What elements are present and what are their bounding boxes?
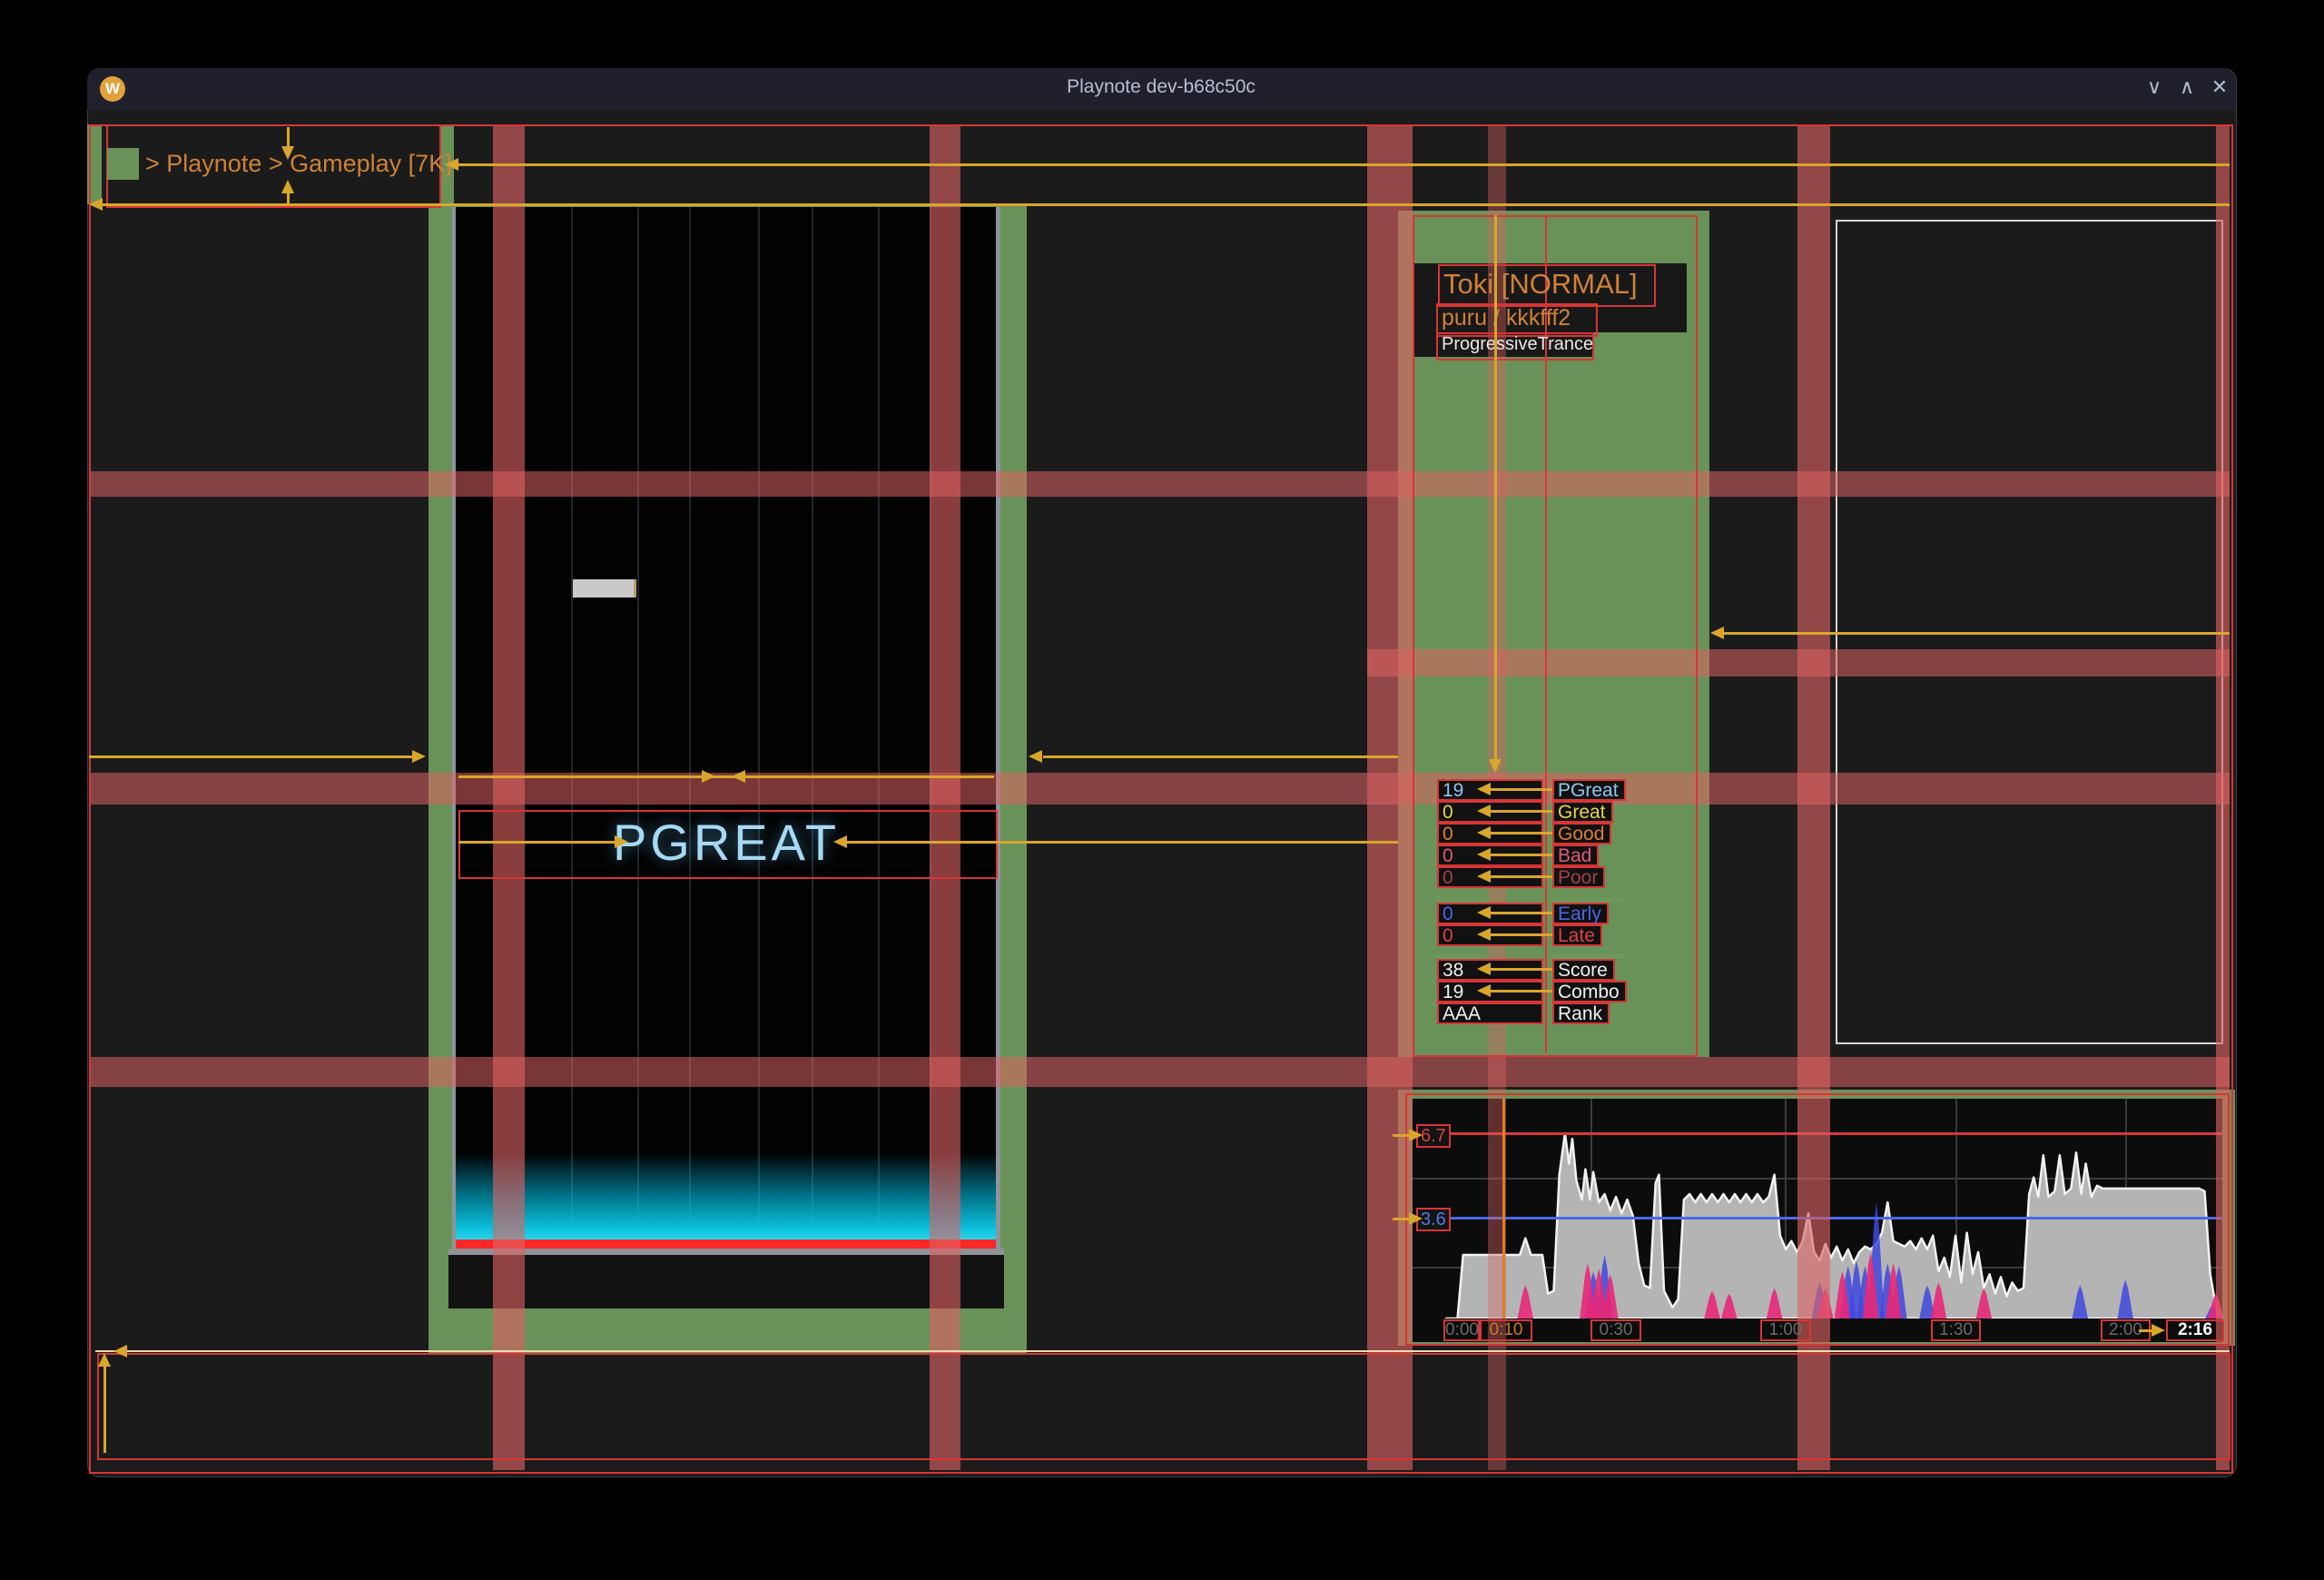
time-label: 0:30 (1590, 1319, 1641, 1341)
arrow-left-icon (1477, 906, 1491, 919)
arrow-left-icon (1477, 963, 1491, 975)
arrow-left-icon (89, 198, 103, 211)
arrow-up-icon (98, 1353, 111, 1367)
constraint-line (1494, 215, 1497, 760)
constraint-line (287, 127, 290, 147)
graph-debug-outline (1405, 1093, 2230, 1346)
arrow-left-icon (445, 158, 458, 171)
arrow-left-icon (1477, 984, 1491, 997)
minimize-button[interactable]: ∨ (2141, 75, 2168, 99)
song-artist: puru / kkkfff2 (1442, 304, 1592, 331)
stat-arrow-line (1489, 832, 1552, 834)
arrow-right-icon (412, 750, 426, 763)
constraint-line (103, 1362, 106, 1453)
arrow-left-icon (1029, 750, 1042, 763)
stat-row-good: 0 Good (1437, 823, 1700, 844)
arrow-right-icon (615, 835, 628, 848)
stat-row-great: 0 Great (1437, 801, 1700, 823)
screen: W Playnote dev-b68c50c ∨ ∧ ✕ > Playnote … (0, 0, 2324, 1580)
stat-label: Rank (1552, 1002, 1610, 1024)
song-title: Toki [NORMAL] (1443, 265, 1648, 302)
stat-row-late: 0 Late (1437, 924, 1700, 946)
constraint-line (847, 841, 1398, 844)
arrow-left-icon (732, 770, 745, 783)
stat-label: Bad (1552, 844, 1599, 866)
maximize-button[interactable]: ∧ (2173, 75, 2201, 99)
arrow-right-icon (2152, 1324, 2165, 1337)
stat-row-pgreat: 19 PGreat (1437, 779, 1700, 801)
arrow-up-icon (281, 180, 294, 193)
time-label: 1:00 (1760, 1319, 1811, 1341)
time-label: 1:30 (1931, 1319, 1981, 1341)
arrow-down-icon (1489, 759, 1502, 773)
footer-debug-outline (97, 1353, 2230, 1460)
song-length-label: 2:16 (2166, 1319, 2224, 1341)
arrow-down-icon (281, 146, 294, 160)
time-label-current: 0:10 (1480, 1319, 1532, 1341)
stat-row-bad: 0 Bad (1437, 844, 1700, 866)
stat-row-score: 38 Score (1437, 959, 1700, 981)
arrow-left-icon (1477, 783, 1491, 795)
constraint-line (458, 841, 615, 844)
constraint-line (458, 163, 2230, 166)
stat-row-early: 0 Early (1437, 903, 1700, 924)
stat-arrow-line (1489, 968, 1552, 971)
playback-cursor (1502, 1099, 1505, 1318)
constraint-line (102, 203, 2230, 206)
time-label: 0:00 (1443, 1319, 1480, 1341)
constraint-line (89, 755, 412, 758)
arrow-right-icon (1409, 1129, 1423, 1141)
constraint-line (458, 775, 994, 778)
constraint-line (1043, 755, 1398, 758)
stat-arrow-line (1489, 990, 1552, 992)
stat-value: AAA (1437, 1002, 1543, 1024)
stat-label: Poor (1552, 866, 1605, 888)
stat-label: PGreat (1552, 779, 1626, 801)
stat-label: Score (1552, 959, 1615, 981)
stat-arrow-line (1489, 933, 1552, 936)
stat-label: Great (1552, 801, 1613, 823)
breadcrumb: > Playnote > Gameplay [7K] (145, 150, 452, 178)
arrow-left-icon (1477, 805, 1491, 817)
arrow-left-icon (833, 835, 847, 848)
stat-label: Good (1552, 823, 1611, 844)
arrow-right-icon (702, 770, 715, 783)
stat-arrow-line (1489, 854, 1552, 856)
arrow-left-icon (1477, 848, 1491, 861)
stat-label: Combo (1552, 981, 1627, 1002)
constraint-line (1716, 632, 2230, 635)
arrow-left-icon (1477, 928, 1491, 941)
arrow-left-icon (1710, 627, 1724, 639)
stat-label: Late (1552, 924, 1602, 946)
close-button[interactable]: ✕ (2206, 75, 2233, 99)
song-genre: ProgressiveTrance (1442, 332, 1590, 356)
stat-arrow-line (1489, 810, 1552, 813)
arrow-left-icon (1477, 826, 1491, 839)
arrow-left-icon (1477, 870, 1491, 883)
stat-row-rank: AAA Rank (1437, 1002, 1700, 1024)
baseline-rule (95, 1350, 2230, 1352)
breadcrumb-swatch (107, 148, 139, 180)
stat-row-combo: 19 Combo (1437, 981, 1700, 1002)
stat-label: Early (1552, 903, 1609, 924)
arrow-left-icon (113, 1345, 127, 1358)
stat-arrow-line (1489, 912, 1552, 914)
stat-row-poor: 0 Poor (1437, 866, 1700, 888)
arrow-right-icon (1409, 1212, 1423, 1225)
window-title: Playnote dev-b68c50c (87, 76, 2235, 98)
stat-arrow-line (1489, 875, 1552, 878)
stat-arrow-line (1489, 788, 1552, 791)
stats-panel: 19 PGreat 0 Great 0 Good 0 Bad 0 Poor 0 (1437, 779, 1700, 1024)
